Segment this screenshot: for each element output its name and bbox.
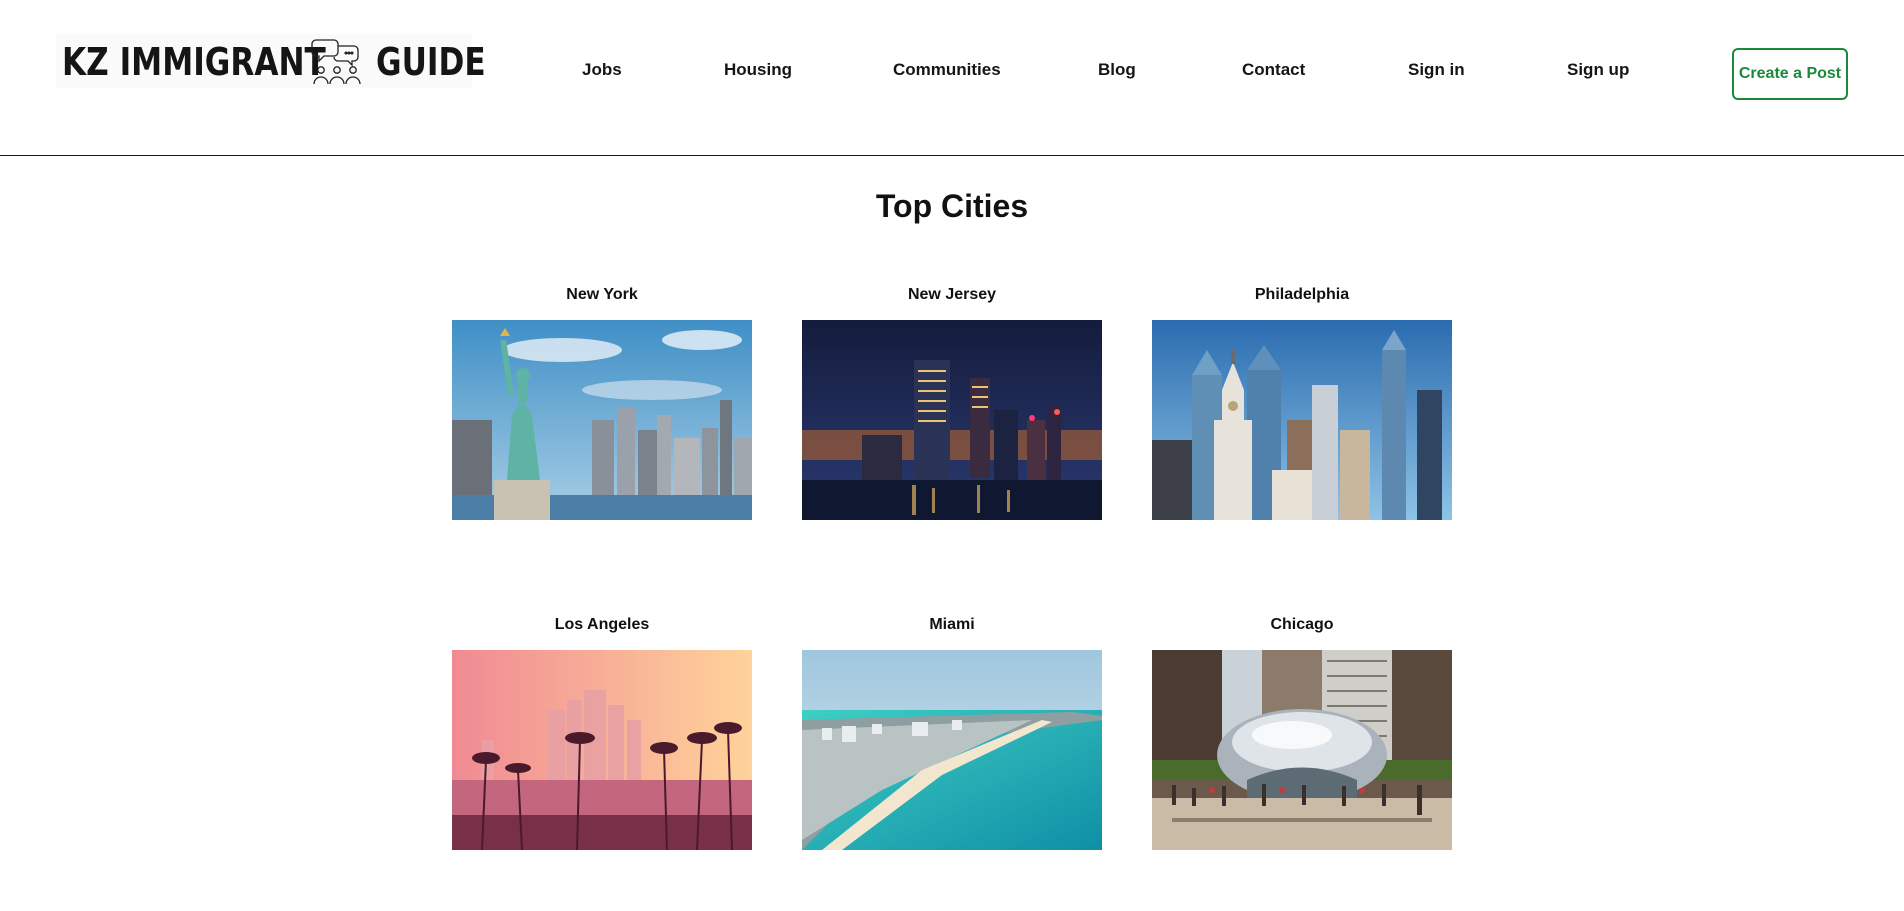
logo-text-right: GUIDE (376, 40, 486, 84)
site-header: KZ IMMIGRANT GUIDE Jobs Housing Communit… (0, 0, 1904, 156)
nav-sign-in[interactable]: Sign in (1408, 60, 1465, 80)
city-photo-philadelphia[interactable] (1152, 320, 1452, 520)
city-card-chicago[interactable]: Chicago (1152, 614, 1452, 850)
city-name: New Jersey (907, 286, 997, 303)
city-card-new-jersey[interactable]: New Jersey (802, 284, 1102, 520)
create-post-button[interactable]: Create a Post (1732, 48, 1848, 100)
city-photo-los-angeles[interactable] (452, 650, 752, 850)
city-name: Miami (929, 616, 975, 633)
city-photo-chicago[interactable] (1152, 650, 1452, 850)
nav-sign-up[interactable]: Sign up (1567, 60, 1629, 80)
site-logo[interactable]: KZ IMMIGRANT GUIDE (56, 34, 486, 88)
city-photo-new-york[interactable] (452, 320, 752, 520)
nav-contact[interactable]: Contact (1242, 60, 1305, 80)
page-title: Top Cities (875, 188, 1029, 224)
city-name: New York (566, 286, 638, 303)
city-photo-miami[interactable] (802, 650, 1102, 850)
nav-housing[interactable]: Housing (724, 60, 792, 80)
city-card-los-angeles[interactable]: Los Angeles (452, 614, 752, 850)
city-name: Chicago (1270, 616, 1334, 633)
logo-text-left: KZ IMMIGRANT (62, 40, 326, 84)
city-card-new-york[interactable]: New York (452, 284, 752, 520)
city-card-miami[interactable]: Miami (802, 614, 1102, 850)
chat-people-icon (311, 39, 361, 85)
nav-jobs[interactable]: Jobs (582, 60, 622, 80)
city-name: Los Angeles (554, 616, 650, 633)
city-name: Philadelphia (1254, 286, 1350, 303)
nav-blog[interactable]: Blog (1098, 60, 1136, 80)
city-card-philadelphia[interactable]: Philadelphia (1152, 284, 1452, 520)
city-photo-new-jersey[interactable] (802, 320, 1102, 520)
nav-communities[interactable]: Communities (893, 60, 1001, 80)
